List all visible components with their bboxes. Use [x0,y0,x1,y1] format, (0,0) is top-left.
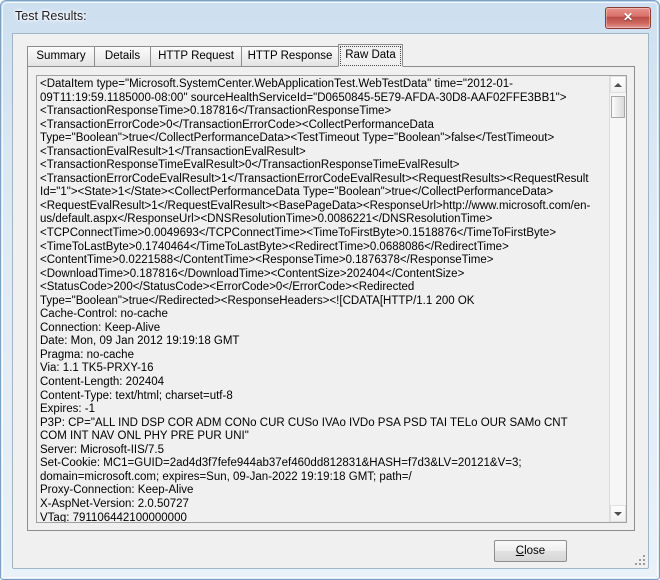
raw-data-text: <DataItem type="Microsoft.SystemCenter.W… [40,78,591,523]
tab-summary[interactable]: Summary [27,46,95,66]
window-close-button[interactable]: ✕ [605,7,651,29]
scrollbar-track[interactable] [610,93,626,505]
tab-raw-data-label: Raw Data [345,49,396,61]
close-button-label: lose [524,545,546,557]
raw-data-textbox[interactable]: <DataItem type="Microsoft.SystemCenter.W… [36,75,627,523]
scrollbar-down-button[interactable] [610,505,626,522]
tab-http-response-label: HTTP Response [247,50,333,62]
dialog-client-area: Summary Details HTTP Request HTTP Respon… [12,33,649,569]
raw-data-vertical-scrollbar[interactable] [609,76,626,522]
scroll-down-arrow-icon [614,511,622,516]
tab-strip: Summary Details HTTP Request HTTP Respon… [27,44,635,67]
tab-details-label: Details [104,50,141,62]
tab-page-raw-data: <DataItem type="Microsoft.SystemCenter.W… [27,66,635,531]
tab-raw-data[interactable]: Raw Data [338,44,403,67]
scrollbar-thumb[interactable] [611,96,625,118]
scrollbar-up-button[interactable] [610,76,626,93]
window-inner-frame: Test Results: ✕ Summary Details HTTP Req… [2,2,658,578]
scroll-up-arrow-icon [614,82,622,87]
tab-control: Summary Details HTTP Request HTTP Respon… [27,44,635,531]
dialog-window: Test Results: ✕ Summary Details HTTP Req… [0,0,660,580]
close-x-icon: ✕ [622,10,634,24]
tab-http-response[interactable]: HTTP Response [241,46,339,66]
window-title: Test Results: [15,9,87,23]
tab-details[interactable]: Details [94,46,151,66]
resize-grip[interactable] [633,553,645,565]
tab-http-request[interactable]: HTTP Request [150,46,242,66]
tab-summary-label: Summary [36,50,86,62]
close-button-accel: C [515,545,525,557]
titlebar[interactable]: Test Results: ✕ [2,2,658,32]
tab-http-request-label: HTTP Request [158,50,234,62]
close-button[interactable]: Close [494,540,567,562]
